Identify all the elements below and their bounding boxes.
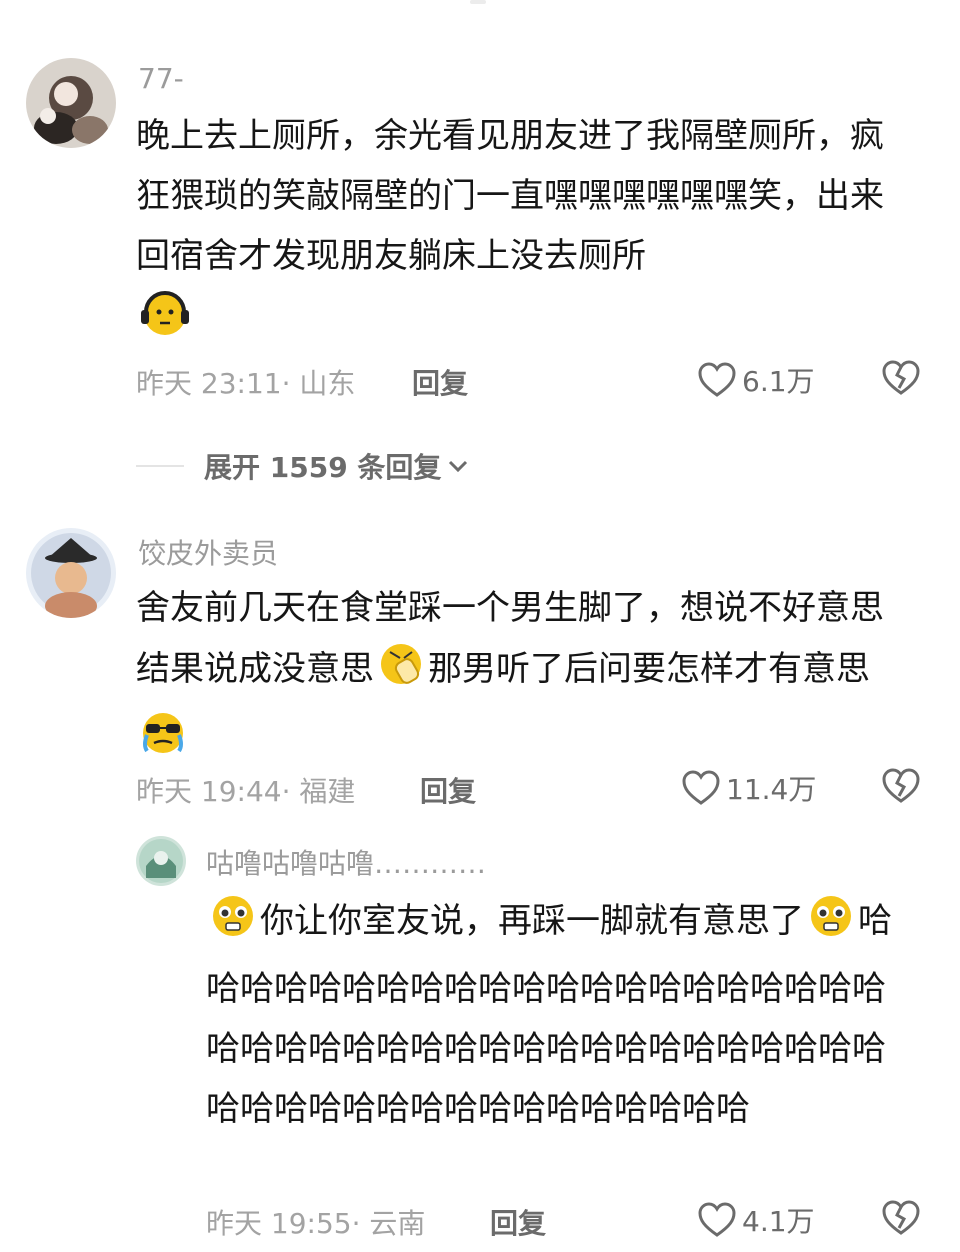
reply-text: 你让你室友说，再踩一脚就有意思了 哈哈哈哈哈哈哈哈哈哈哈哈哈哈哈哈哈哈哈哈哈哈哈… (206, 890, 918, 1139)
top-edge-mark (470, 0, 486, 4)
reply-button[interactable]: 回复 (420, 770, 476, 810)
reply-button[interactable]: 回复 (412, 362, 468, 402)
expand-divider (136, 465, 184, 467)
like-button[interactable]: 4.1万 (698, 1200, 815, 1240)
comment-text-content: 晚上去上厕所，余光看见朋友进了我隔壁厕所，疯狂猥琐的笑敲隔壁的门一直嘿嘿嘿嘿嘿嘿… (136, 116, 884, 276)
sunglasses-crying-emoji-icon (138, 707, 188, 776)
like-button[interactable]: 11.4万 (682, 768, 816, 808)
dislike-button[interactable] (882, 1200, 920, 1240)
pleading-face-emoji-icon (806, 890, 856, 959)
avatar[interactable] (26, 528, 116, 618)
comment-text: 舍友前几天在食堂踩一个男生脚了，想说不好意思结果说成没意思 那男听了后问要怎样才… (136, 578, 906, 776)
like-button[interactable]: 6.1万 (698, 360, 815, 400)
like-count: 6.1万 (742, 365, 815, 398)
headphones-face-emoji-icon (138, 286, 192, 359)
broken-heart-icon (882, 360, 920, 395)
comment-meta: 昨天 23:11· 山东 (136, 367, 356, 400)
heart-icon (682, 770, 720, 805)
face-palm-emoji-icon (376, 638, 426, 707)
pleading-face-emoji-icon (208, 890, 258, 959)
broken-heart-icon (882, 1200, 920, 1235)
comment-meta: 昨天 19:44· 福建 (136, 775, 356, 808)
reply-avatar[interactable] (136, 836, 186, 886)
avatar[interactable] (26, 58, 116, 148)
dislike-button[interactable] (882, 768, 920, 808)
heart-icon (698, 1202, 736, 1237)
reply-username[interactable]: 咕噜咕噜咕噜………… (206, 842, 486, 882)
comment-text-content-2: 那男听了后问要怎样才有意思 (428, 649, 870, 689)
comment-username[interactable]: 77- (138, 62, 184, 95)
expand-replies-label: 展开 1559 条回复 (204, 451, 442, 484)
reply-meta: 昨天 19:55· 云南 (206, 1207, 426, 1240)
heart-icon (698, 362, 736, 397)
expand-replies-button[interactable]: 展开 1559 条回复 (136, 446, 469, 486)
comment-text: 晚上去上厕所，余光看见朋友进了我隔壁厕所，疯狂猥琐的笑敲隔壁的门一直嘿嘿嘿嘿嘿嘿… (136, 106, 906, 359)
like-count: 4.1万 (742, 1205, 815, 1238)
broken-heart-icon (882, 768, 920, 803)
comment-username[interactable]: 饺皮外卖员 (138, 532, 278, 572)
reply-button[interactable]: 回复 (490, 1202, 546, 1242)
reply-text-content: 你让你室友说，再踩一脚就有意思了 (260, 901, 804, 941)
chevron-down-icon (449, 460, 468, 473)
dislike-button[interactable] (882, 360, 920, 400)
like-count: 11.4万 (726, 773, 817, 806)
